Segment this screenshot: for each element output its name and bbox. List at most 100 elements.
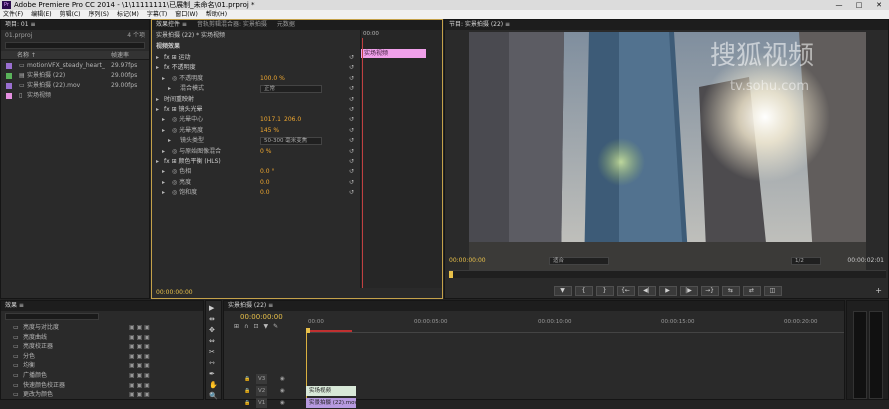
program-timecode[interactable]: 00:00:00:00 [449,256,486,266]
reset-icon[interactable]: ↺ [349,95,354,105]
lock-icon[interactable]: 🔒 [244,385,250,397]
effect-row[interactable]: ▸ ◎ 与原始图像混合 0 % ↺ [152,147,358,157]
rolling-edit-tool-icon[interactable]: ⇔ [209,337,215,345]
effect-value[interactable]: 145 % [260,126,279,136]
wrench-icon[interactable]: ✎ [273,323,278,330]
razor-tool-icon[interactable]: ✂ [209,348,215,356]
effect-value-y[interactable]: 206.0 [284,115,301,125]
effect-value[interactable]: 0.0 [260,188,270,198]
expand-arrow-icon[interactable]: ▸ [168,84,171,94]
menu-marker[interactable]: 标记(M) [117,10,139,19]
timeline-clip[interactable]: 实场视频 [306,386,356,396]
track-select-tool-icon[interactable]: ⇹ [209,315,215,323]
nest-icon[interactable]: ⊞ [234,323,239,330]
lock-icon[interactable]: 🔒 [244,397,250,409]
project-search-input[interactable] [5,42,145,49]
effect-row[interactable]: ▸ fx ⊞ 镜头光晕 ↺ [152,105,358,115]
reset-icon[interactable]: ↺ [349,84,354,94]
eye-icon[interactable]: ◉ [280,373,285,385]
effect-list-item[interactable]: ▭ 亮度与对比度 ▣ ▣ ▣ [1,323,201,333]
reset-icon[interactable]: ↺ [349,115,354,125]
expand-arrow-icon[interactable]: ▸ [162,178,165,188]
effect-value[interactable]: 100.0 % [260,74,285,84]
effect-row[interactable]: ▸ ◎ 光晕中心 1017.1 206.0 ↺ [152,115,358,125]
quality-dropdown[interactable]: 1/2 [791,257,821,265]
effect-row[interactable]: ▸ fx 不透明度 ↺ [152,63,358,73]
effect-list-item[interactable]: ▭ 亮度校正器 ▣ ▣ ▣ [1,342,201,352]
effect-value[interactable]: 0 % [260,147,271,157]
track-name[interactable]: V3 [256,374,268,384]
expand-arrow-icon[interactable]: ▸ [162,115,165,125]
go-to-out-button[interactable]: →} [700,286,719,296]
snap-icon[interactable]: ∩ [244,323,248,330]
menu-help[interactable]: 帮助(H) [206,10,227,19]
pen-tool-icon[interactable]: ✒ [209,370,215,378]
timeline-timecode[interactable]: 00:00:00:00 [240,312,283,322]
column-rate-header[interactable]: 帧速率 [111,51,129,60]
expand-arrow-icon[interactable]: ▸ [162,188,165,198]
list-item[interactable]: ▤ 实景拍摄 (22) 29.00fps [1,71,149,81]
lift-button[interactable]: ⇆ [721,286,740,296]
reset-icon[interactable]: ↺ [349,188,354,198]
eye-icon[interactable]: ◉ [280,397,285,409]
effect-row[interactable]: ▸ fx ⊞ 颜色平衡 (HLS) ↺ [152,157,358,167]
expand-arrow-icon[interactable]: ▸ [162,167,165,177]
menu-title[interactable]: 字幕(T) [147,10,167,19]
reset-icon[interactable]: ↺ [349,53,354,63]
lock-icon[interactable]: 🔒 [244,373,250,385]
go-to-in-button[interactable]: {← [616,286,635,296]
expand-arrow-icon[interactable]: ▸ [156,63,159,73]
list-item[interactable]: ▯ 实场视频 [1,91,149,101]
mark-in-button[interactable]: { [574,286,593,296]
tab-effect-controls[interactable]: 效果控件 ≡ [156,20,187,30]
program-scrubber[interactable] [449,270,886,278]
zoom-tool-icon[interactable]: 🔍 [209,392,218,400]
effects-search-input[interactable] [5,313,99,320]
menu-edit[interactable]: 编辑(E) [31,10,51,19]
expand-arrow-icon[interactable]: ▸ [156,157,159,167]
menu-window[interactable]: 窗口(W) [175,10,198,19]
tab-effects[interactable]: 效果 ≡ [5,301,24,311]
eye-icon[interactable]: ◉ [280,385,285,397]
playhead-marker[interactable] [449,271,453,278]
list-item[interactable]: ▭ 实景拍摄 (22).mov 29.00fps [1,81,149,91]
reset-icon[interactable]: ↺ [349,74,354,84]
effect-list-item[interactable]: ▭ 广播颜色 ▣ ▣ ▣ [1,371,201,381]
expand-arrow-icon[interactable]: ▸ [162,74,165,84]
step-back-button[interactable]: ◀| [637,286,656,296]
reset-icon[interactable]: ↺ [349,167,354,177]
reset-icon[interactable]: ↺ [349,157,354,167]
tab-timeline[interactable]: 实景拍摄 (22) ≡ [228,301,273,311]
effect-row[interactable]: ▸ ◎ 饱和度 0.0 ↺ [152,188,358,198]
effect-list-item[interactable]: ▭ 快速颜色校正器 ▣ ▣ ▣ [1,381,201,391]
effect-row[interactable]: ▸ fx ⊞ 运动 ↺ [152,53,358,63]
linked-icon[interactable]: ⊡ [253,323,258,330]
reset-icon[interactable]: ↺ [349,136,354,146]
tab-audio-clip-mixer[interactable]: 音轨剪辑混合器: 实景拍摄 [197,20,267,30]
timeline-ruler[interactable]: 00:00 00:00:05:00 00:00:10:00 00:00:15:0… [306,319,844,333]
export-frame-button[interactable]: ◫ [763,286,782,296]
tab-project[interactable]: 项目: 01 ≡ [5,20,36,30]
effect-row[interactable]: ▸ ◎ 亮度 0.0 ↺ [152,178,358,188]
tab-metadata[interactable]: 元数据 [277,20,295,30]
ripple-edit-tool-icon[interactable]: ✥ [209,326,215,334]
effect-list-item[interactable]: ▭ 分色 ▣ ▣ ▣ [1,352,201,362]
selection-tool-icon[interactable]: ▶ [209,304,214,312]
extract-button[interactable]: ⇄ [742,286,761,296]
step-forward-button[interactable]: |▶ [679,286,698,296]
tab-program[interactable]: 节目: 实景拍摄 (22) ≡ [449,20,510,30]
effect-value[interactable]: 0.0 ° [260,167,274,177]
effect-dropdown[interactable]: 正常 [260,85,322,94]
slip-tool-icon[interactable]: ⇿ [209,359,215,367]
mark-out-button[interactable]: } [595,286,614,296]
mini-clip-bar[interactable]: 实场视频 [361,49,426,58]
effect-controls-timecode[interactable]: 00:00:00:00 [156,288,193,298]
close-button[interactable]: ✕ [869,0,889,10]
effect-row[interactable]: ▸ 时间重映射 ↺ [152,95,358,105]
reset-icon[interactable]: ↺ [349,147,354,157]
column-name-header[interactable]: 名称 ↑ [17,51,36,60]
marker-icon[interactable]: ▼ [263,323,268,330]
effect-list-item[interactable]: ▭ 均衡 ▣ ▣ ▣ [1,361,201,371]
list-item[interactable]: ▭ motionVFX_steady_heart_ 29.97fps [1,61,149,71]
play-button[interactable]: ▶ [658,286,677,296]
